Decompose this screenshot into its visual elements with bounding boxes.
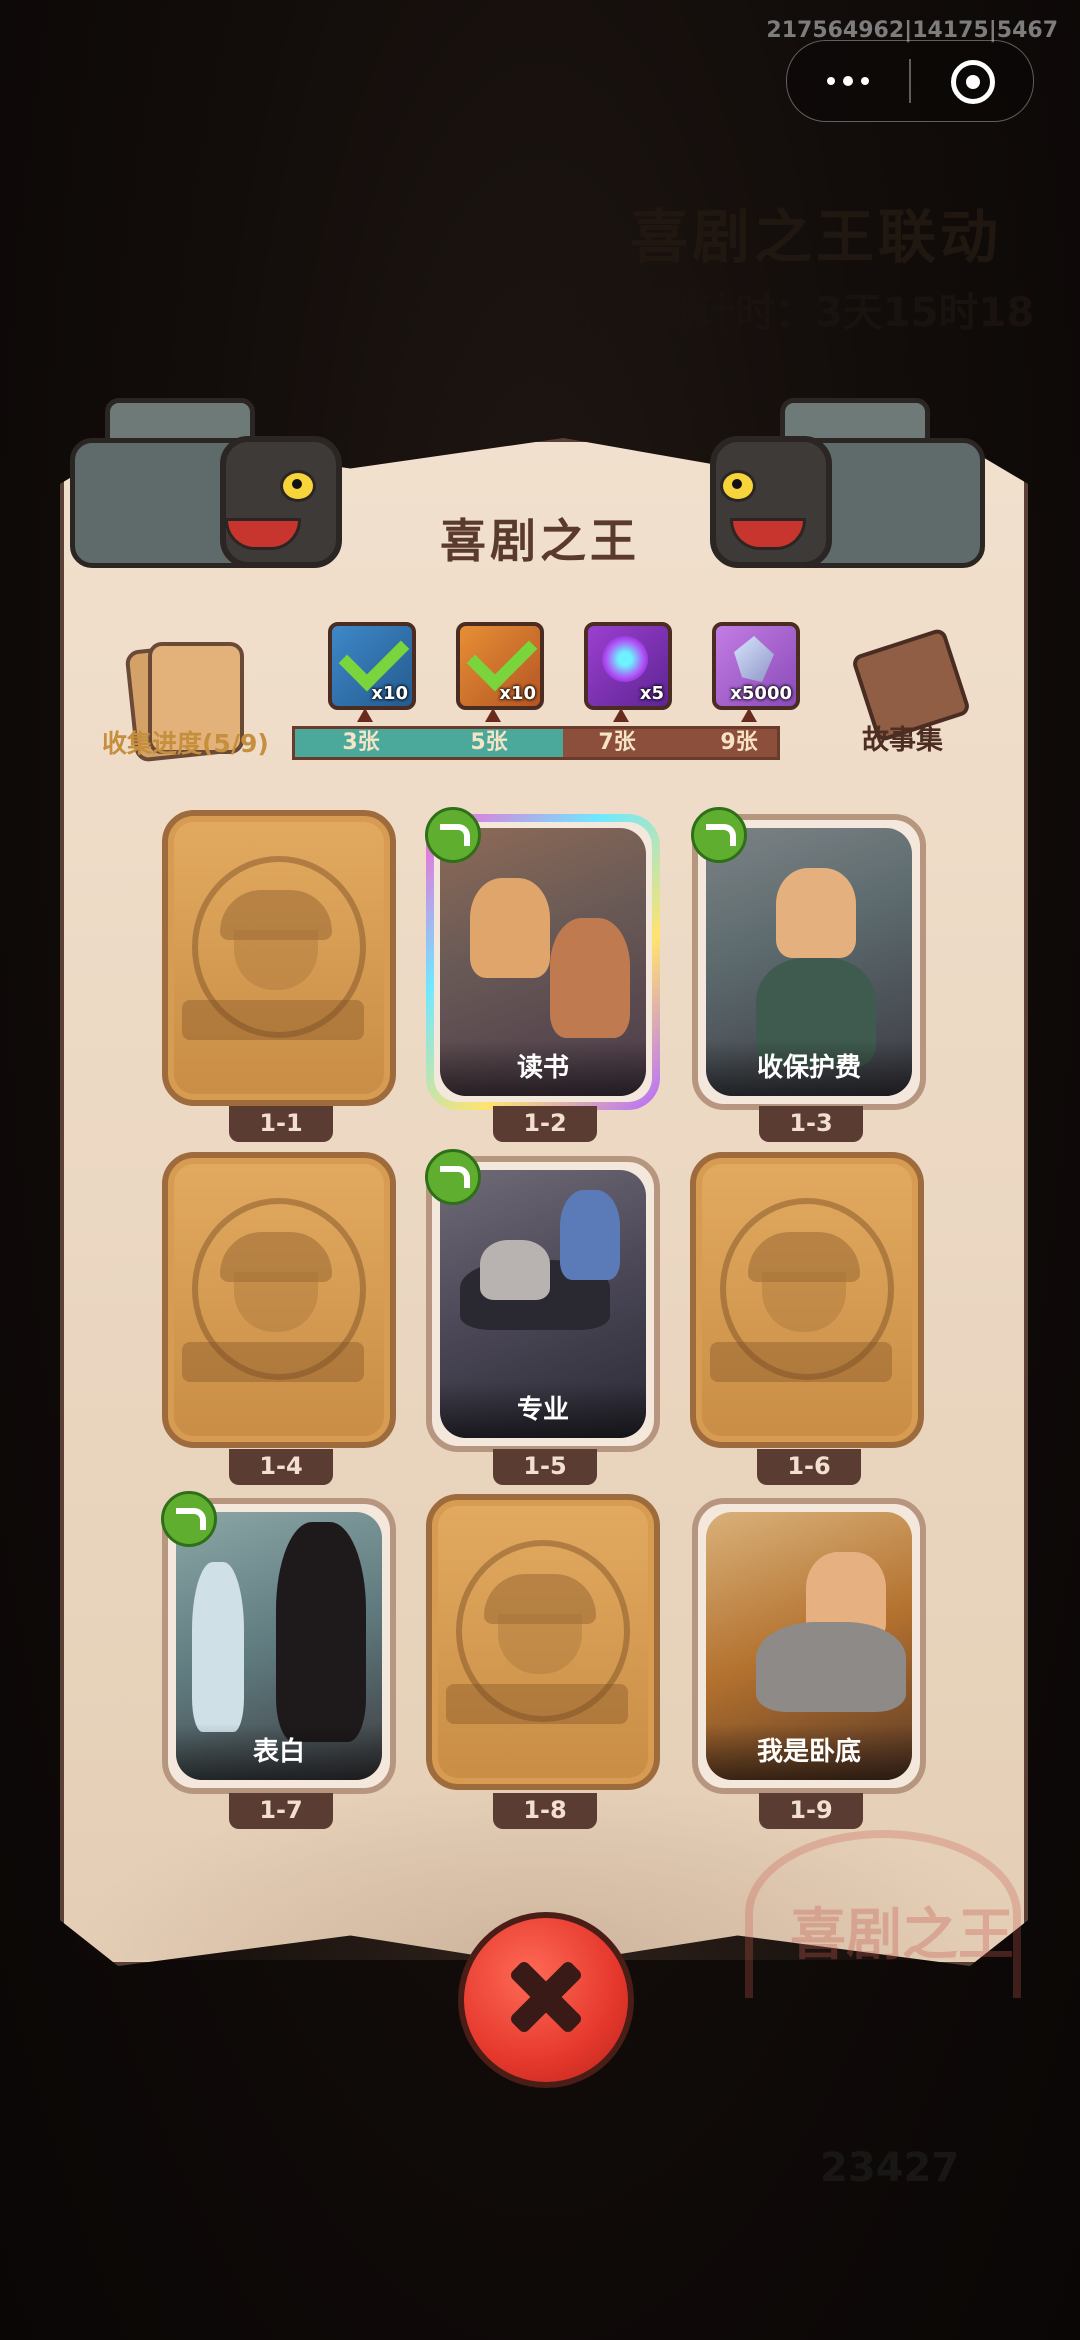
exit-mini-program-button[interactable] xyxy=(911,41,1033,121)
card-title: 收保护费 xyxy=(706,1040,912,1096)
dot-icon xyxy=(843,76,853,86)
dot-icon xyxy=(861,77,869,85)
reward-amount: x10 xyxy=(499,683,536,704)
card-slot-locked[interactable] xyxy=(162,1152,396,1448)
chest-reward-icon[interactable]: x10 xyxy=(456,620,544,710)
target-dot-icon xyxy=(966,75,980,89)
card-id-tab: 1-5 xyxy=(493,1449,597,1485)
card-title: 读书 xyxy=(440,1040,646,1096)
check-icon xyxy=(338,620,410,692)
story-collection-label[interactable]: 故事集 xyxy=(862,718,943,757)
card-id-tab: 1-9 xyxy=(759,1793,863,1829)
reward-amount: x5000 xyxy=(730,683,792,704)
close-button[interactable] xyxy=(458,1912,634,2088)
share-icon[interactable] xyxy=(425,807,481,863)
camera-mascot-left-icon xyxy=(30,378,342,608)
panel-title: 喜剧之王 xyxy=(440,514,640,568)
card-slot-unlocked[interactable]: 我是卧底 xyxy=(692,1498,926,1794)
disc-gem-reward-icon[interactable]: x5 xyxy=(584,622,672,710)
card-slot-locked[interactable] xyxy=(162,810,396,1106)
stamp-seal-text: 喜剧之王 xyxy=(790,1903,1014,1968)
card-id-tab: 1-8 xyxy=(493,1793,597,1829)
milestone-marker xyxy=(741,708,757,722)
card-id-tab: 1-6 xyxy=(757,1449,861,1485)
milestone-label: 7张 xyxy=(598,730,636,755)
milestone-marker xyxy=(357,708,373,722)
card-id-tab: 1-2 xyxy=(493,1106,597,1142)
collection-progress-label: 收集进度(5/9) xyxy=(102,729,269,758)
share-icon[interactable] xyxy=(161,1491,217,1547)
milestone-marker xyxy=(485,708,501,722)
card-id-tab: 1-4 xyxy=(229,1449,333,1485)
milestone-marker xyxy=(613,708,629,722)
check-icon xyxy=(466,620,538,692)
crystal-reward-icon[interactable]: x5000 xyxy=(712,622,800,710)
milestone-label: 5张 xyxy=(470,730,508,755)
camera-mascot-right-icon xyxy=(705,378,995,608)
card-id-tab: 1-1 xyxy=(229,1106,333,1142)
card-slot-locked[interactable] xyxy=(690,1152,924,1448)
collection-progress-bar: 3张 5张 7张 9张 xyxy=(292,726,780,760)
share-icon[interactable] xyxy=(425,1149,481,1205)
card-title: 我是卧底 xyxy=(706,1724,912,1780)
more-options-button[interactable] xyxy=(787,41,909,121)
share-icon[interactable] xyxy=(691,807,747,863)
dot-icon xyxy=(827,77,835,85)
card-title: 表白 xyxy=(176,1724,382,1780)
card-id-tab: 1-3 xyxy=(759,1106,863,1142)
milestone-label: 3张 xyxy=(342,730,380,755)
card-id-tab: 1-7 xyxy=(229,1793,333,1829)
milestone-label: 9张 xyxy=(720,730,758,755)
reward-amount: x5 xyxy=(639,683,664,704)
card-slot-locked[interactable] xyxy=(426,1494,660,1790)
ticket-reward-icon[interactable]: x10 xyxy=(328,620,416,710)
reward-amount: x10 xyxy=(371,683,408,704)
mini-program-capsule xyxy=(786,40,1034,122)
card-title: 专业 xyxy=(440,1382,646,1438)
